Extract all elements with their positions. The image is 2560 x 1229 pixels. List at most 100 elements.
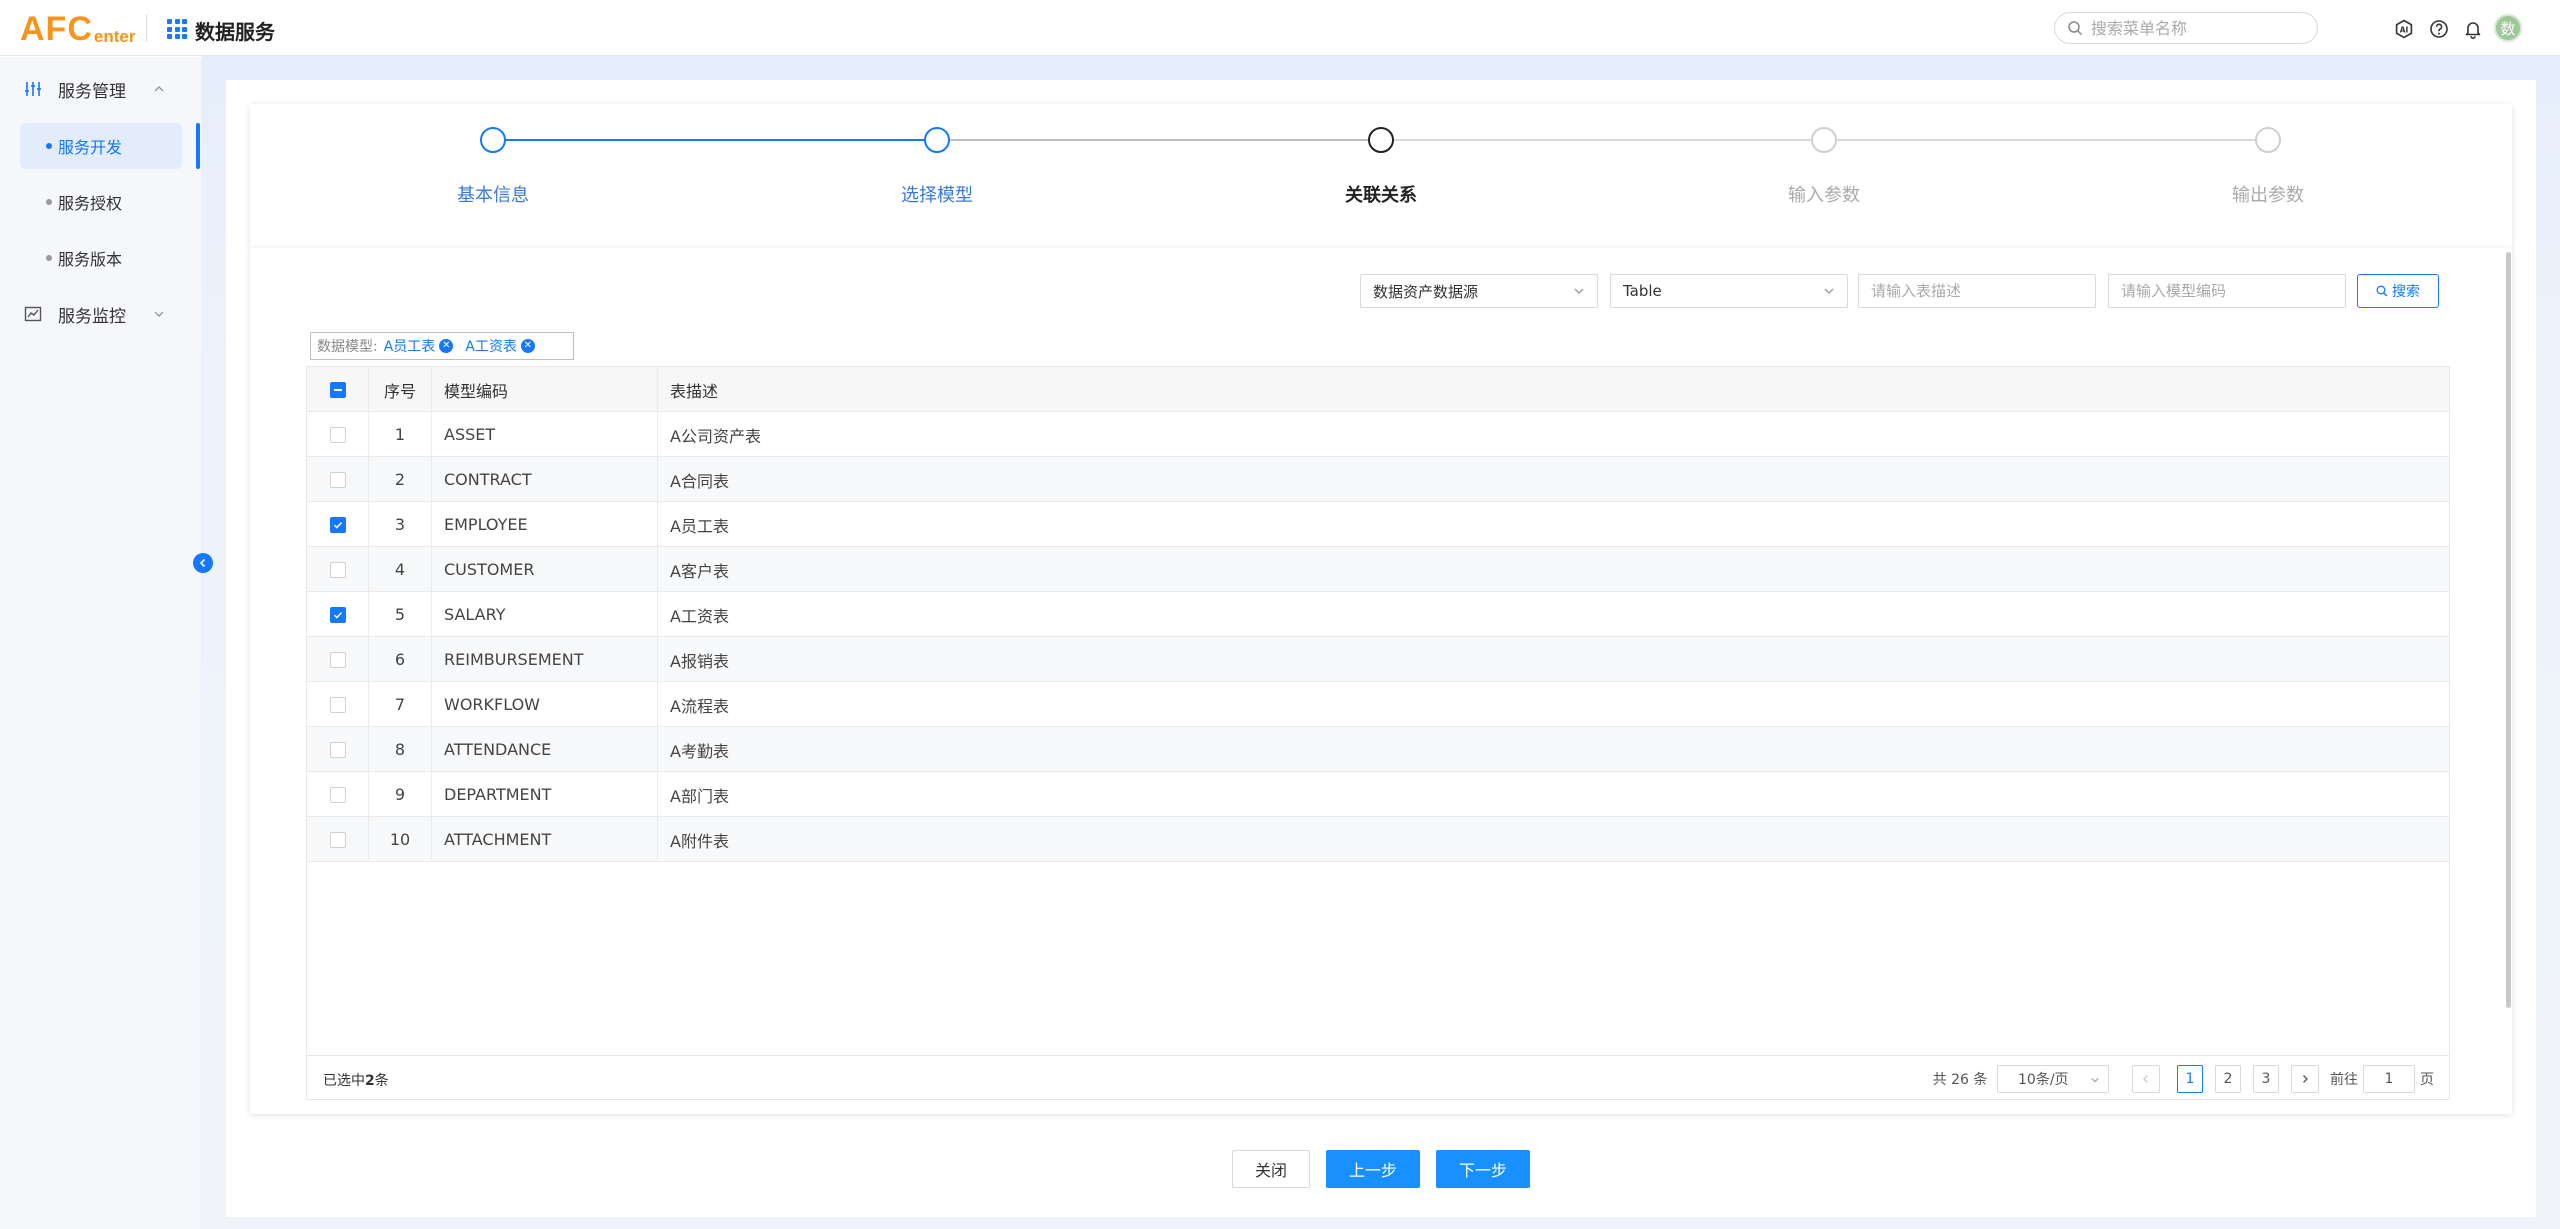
row-checkbox[interactable] <box>329 696 346 713</box>
row-no: 8 <box>369 727 432 772</box>
sidebar-item-service-auth[interactable]: 服务授权 <box>20 179 182 225</box>
row-code: EMPLOYEE <box>432 502 658 547</box>
prev-step-button[interactable]: 上一步 <box>1326 1150 1420 1188</box>
sidebar-group-service-monitor[interactable]: 服务监控 <box>0 294 200 334</box>
close-button[interactable]: 关闭 <box>1232 1150 1310 1188</box>
row-checkbox[interactable] <box>329 471 346 488</box>
ai-assistant-icon[interactable]: AI <box>2394 19 2414 39</box>
goto-page-input[interactable]: 1 <box>2363 1065 2415 1093</box>
chevron-left-icon <box>2143 1075 2148 1083</box>
step-label-basic-info[interactable]: 基本信息 <box>393 181 593 207</box>
selected-suffix: 条 <box>374 1073 389 1089</box>
next-step-button[interactable]: 下一步 <box>1436 1150 1530 1188</box>
goto-prefix: 前往 <box>2330 1072 2358 1088</box>
row-checkbox[interactable] <box>329 786 346 803</box>
sidebar-item-label: 服务授权 <box>58 194 123 213</box>
row-checkbox[interactable] <box>329 651 346 668</box>
page-button-1[interactable]: 1 <box>2177 1065 2203 1093</box>
table-desc-input[interactable] <box>1858 274 2096 308</box>
table-row[interactable]: 6 REIMBURSEMENT A报销表 <box>307 637 2449 682</box>
vertical-scrollbar[interactable] <box>2506 252 2511 1008</box>
table-row[interactable]: 1 ASSET A公司资产表 <box>307 412 2449 457</box>
row-checkbox[interactable] <box>329 741 346 758</box>
svg-text:AI: AI <box>2400 26 2409 35</box>
step-label-output-params: 输出参数 <box>2232 185 2304 206</box>
search-button[interactable]: 搜索 <box>2357 274 2439 308</box>
datasource-value: 数据资产数据源 <box>1373 282 1479 301</box>
type-select[interactable]: Table <box>1610 274 1848 308</box>
row-checkbox[interactable] <box>329 831 346 848</box>
help-icon[interactable] <box>2429 19 2449 39</box>
logo-main-text: AFC <box>20 10 93 48</box>
selected-models-label: 数据模型: <box>317 339 378 355</box>
table-row[interactable]: 3 EMPLOYEE A员工表 <box>307 502 2449 547</box>
step-circle-select-model[interactable] <box>924 127 950 153</box>
selected-models-box: 数据模型: A员工表 ✕ A工资表 ✕ <box>310 332 574 360</box>
step-circle-basic-info[interactable] <box>480 127 506 153</box>
close-icon[interactable]: ✕ <box>520 339 535 353</box>
search-button-label: 搜索 <box>2392 284 2420 300</box>
row-checkbox-cell <box>307 727 369 772</box>
table-row[interactable]: 9 DEPARTMENT A部门表 <box>307 772 2449 817</box>
menu-search-box[interactable] <box>2054 12 2318 44</box>
row-no: 3 <box>369 502 432 547</box>
row-desc: A报销表 <box>670 651 729 671</box>
sidebar-item-service-dev[interactable]: 服务开发 <box>20 123 182 169</box>
next-page-button[interactable] <box>2291 1065 2319 1093</box>
app-grid-icon[interactable] <box>167 19 187 39</box>
datasource-select[interactable]: 数据资产数据源 <box>1360 274 1598 308</box>
table-row[interactable]: 5 SALARY A工资表 <box>307 592 2449 637</box>
app-title: 数据服务 <box>195 20 275 44</box>
chevron-down-icon <box>2091 1077 2099 1083</box>
header-checkbox-cell <box>307 367 369 412</box>
table-row[interactable]: 8 ATTENDANCE A考勤表 <box>307 727 2449 772</box>
step-circle-relations[interactable] <box>1368 127 1394 153</box>
afcenter-logo[interactable]: AFC enter <box>20 8 135 48</box>
model-code-input[interactable] <box>2108 274 2346 308</box>
row-checkbox[interactable] <box>329 606 346 623</box>
step-circle-output-params <box>2255 127 2281 153</box>
select-all-checkbox[interactable] <box>329 381 346 398</box>
row-checkbox[interactable] <box>329 516 346 533</box>
step-label-select-model[interactable]: 选择模型 <box>837 181 1037 207</box>
sidebar-group-label: 服务监控 <box>58 306 126 327</box>
page-button-3[interactable]: 3 <box>2253 1065 2279 1093</box>
step-label-relations[interactable]: 关联关系 <box>1281 181 1481 207</box>
sidebar: 服务管理 服务开发 服务授权 服务版本 服务监控 <box>0 57 202 1229</box>
collapse-sidebar-button[interactable] <box>193 553 213 573</box>
sidebar-item-service-version[interactable]: 服务版本 <box>20 235 182 281</box>
tag-text: A员工表 <box>383 339 436 355</box>
table-row[interactable]: 7 WORKFLOW A流程表 <box>307 682 2449 727</box>
row-checkbox[interactable] <box>329 561 346 578</box>
row-no: 4 <box>369 547 432 592</box>
row-code: CONTRACT <box>432 457 658 502</box>
row-checkbox[interactable] <box>329 426 346 443</box>
header-desc: 表描述 <box>670 381 719 401</box>
row-desc: A流程表 <box>670 696 729 716</box>
page-size-select[interactable]: 10条/页 <box>1997 1065 2109 1093</box>
row-checkbox-cell <box>307 817 369 862</box>
row-checkbox-cell <box>307 502 369 547</box>
close-icon[interactable]: ✕ <box>439 339 454 353</box>
table-row[interactable]: 2 CONTRACT A合同表 <box>307 457 2449 502</box>
sidebar-item-label: 服务版本 <box>58 250 123 269</box>
user-avatar[interactable]: 数 <box>2494 14 2522 42</box>
tag-text: A工资表 <box>465 339 517 355</box>
sidebar-group-service-management[interactable]: 服务管理 <box>0 69 200 109</box>
selected-count: 2 <box>365 1073 375 1089</box>
selected-model-tag: A工资表 ✕ <box>465 336 535 356</box>
active-indicator <box>196 123 200 169</box>
table-row[interactable]: 4 CUSTOMER A客户表 <box>307 547 2449 592</box>
selected-count-text: 已选中2条 <box>323 1070 389 1090</box>
bullet-dot <box>46 143 52 149</box>
selected-prefix: 已选中 <box>323 1073 365 1089</box>
row-desc: A员工表 <box>670 516 729 536</box>
chevron-right-icon <box>2303 1075 2308 1083</box>
table-row[interactable]: 10 ATTACHMENT A附件表 <box>307 817 2449 862</box>
logo-sub-text: enter <box>93 27 136 46</box>
row-desc: A附件表 <box>670 831 729 851</box>
menu-search-input[interactable] <box>2091 18 2301 38</box>
bell-icon[interactable] <box>2463 19 2483 39</box>
page-button-2[interactable]: 2 <box>2215 1065 2241 1093</box>
prev-page-button[interactable] <box>2132 1065 2160 1093</box>
